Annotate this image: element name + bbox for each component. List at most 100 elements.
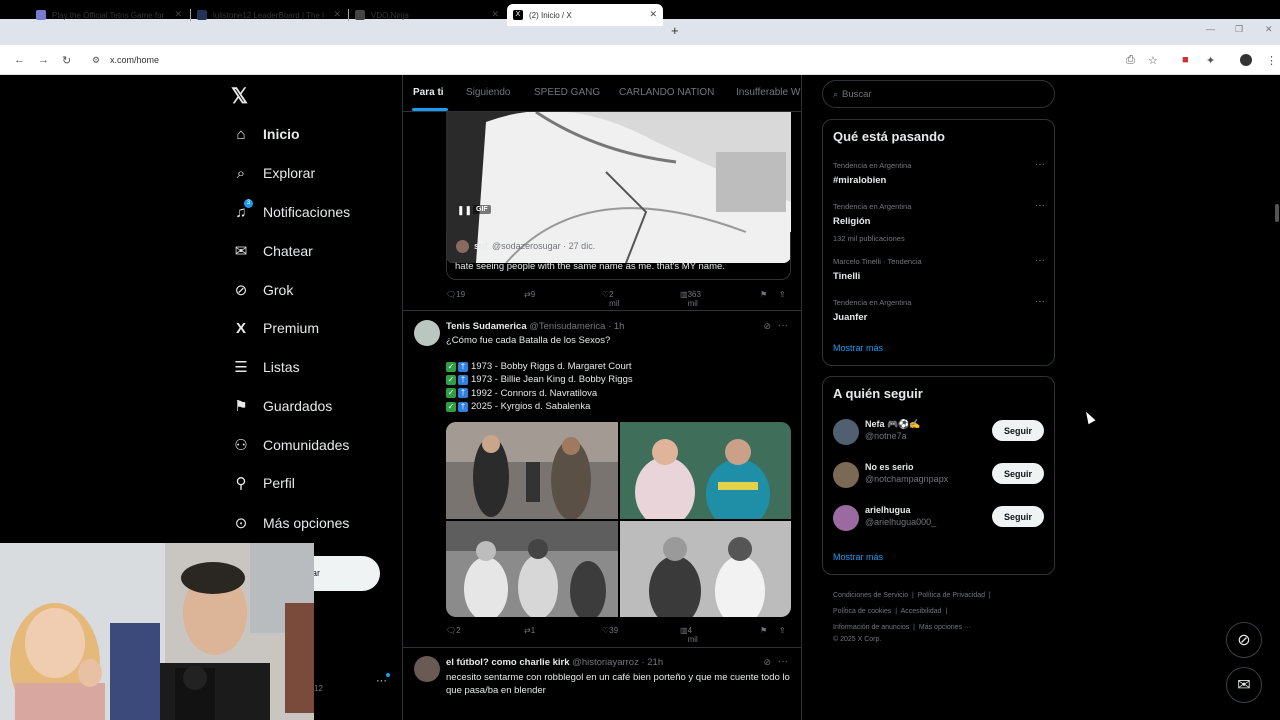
tweet-author[interactable]: Tenis Sudamerica bbox=[446, 321, 527, 332]
reload-icon[interactable]: ↻ bbox=[62, 54, 71, 67]
tweet-photo[interactable] bbox=[619, 422, 791, 519]
trend-item[interactable]: Tendencia en Argentina Juanfer ··· bbox=[833, 296, 1045, 323]
extensions-puzzle-icon[interactable]: ✦ bbox=[1206, 54, 1215, 67]
tab-carlando-nation[interactable]: CARLANDO NATION bbox=[619, 87, 714, 98]
tab-insufferable[interactable]: Insufferable W bbox=[736, 87, 800, 98]
trend-item[interactable]: Marcelo Tinelli · Tendencia Tinelli ··· bbox=[833, 255, 1045, 282]
site-info-icon[interactable]: ⚙ bbox=[92, 55, 100, 66]
trend-more-icon[interactable]: ··· bbox=[1035, 159, 1045, 170]
views-button[interactable]: ▥ 4 mil bbox=[680, 626, 698, 644]
footer-link[interactable]: Accesibilidad bbox=[901, 608, 942, 615]
install-app-icon[interactable]: ⎙ bbox=[1126, 54, 1135, 67]
sidebar-item-perfil[interactable]: ⚲ Perfil bbox=[231, 471, 295, 495]
browser-tab-1[interactable]: lulistone12 LeaderBoard | The l ✕ bbox=[191, 4, 347, 26]
trend-item[interactable]: Tendencia en Argentina Religión 132 mil … bbox=[833, 200, 1045, 243]
follow-button[interactable]: Seguir bbox=[992, 506, 1044, 527]
quoted-tweet[interactable]: sof @sodazerosugar · 27 dic. hate seeing… bbox=[446, 232, 791, 280]
sidebar-item-inicio[interactable]: ⌂ Inicio bbox=[231, 122, 299, 146]
pause-icon[interactable]: ❚❚ bbox=[457, 205, 472, 216]
footer-link[interactable]: Política de Privacidad bbox=[918, 592, 985, 599]
check-emoji-icon: ✓ bbox=[446, 375, 456, 386]
back-arrow-icon[interactable]: ← bbox=[14, 54, 25, 66]
extension-red-icon[interactable]: ■ bbox=[1182, 54, 1189, 66]
tweet-divider bbox=[403, 647, 801, 648]
footer-link[interactable]: Condiciones de Servicio bbox=[833, 592, 908, 599]
follow-button[interactable]: Seguir bbox=[992, 420, 1044, 441]
search-box[interactable]: ⌕ bbox=[822, 80, 1055, 108]
tweet-more-icon[interactable]: ··· bbox=[778, 656, 788, 667]
sidebar-item-comunidades[interactable]: ⚇ Comunidades bbox=[231, 433, 349, 457]
footer-link[interactable]: Información de anuncios bbox=[833, 624, 909, 631]
minimize-icon[interactable]: — bbox=[1206, 24, 1215, 34]
webcam-image bbox=[0, 543, 314, 720]
tab-close-icon[interactable]: ✕ bbox=[174, 9, 182, 20]
browser-tab-3[interactable]: X (2) Inicio / X ✕ bbox=[507, 4, 663, 26]
bookmark-star-icon[interactable]: ☆ bbox=[1148, 54, 1158, 67]
url-text[interactable]: x.com/home bbox=[110, 55, 159, 65]
reply-button[interactable]: 🗨 19 bbox=[446, 290, 465, 299]
gif-badge: GIF bbox=[473, 205, 491, 214]
share-icon[interactable]: ⇪ bbox=[779, 290, 786, 299]
avatar[interactable] bbox=[833, 462, 859, 488]
grok-icon[interactable]: ⊘ bbox=[763, 657, 771, 668]
like-button[interactable]: ♡ 2 mil bbox=[602, 290, 619, 308]
tab-close-icon[interactable]: ✕ bbox=[491, 9, 499, 20]
footer-link[interactable]: Más opciones ··· bbox=[919, 624, 971, 631]
profile-avatar[interactable] bbox=[1240, 54, 1252, 66]
sidebar-item-premium[interactable]: X Premium bbox=[231, 316, 319, 340]
browser-tab-0[interactable]: Play the Official Tetris Game for ✕ bbox=[30, 4, 188, 26]
trends-show-more-link[interactable]: Mostrar más bbox=[833, 343, 883, 353]
trend-more-icon[interactable]: ··· bbox=[1035, 255, 1045, 266]
sidebar-item-chatear[interactable]: ✉ Chatear bbox=[231, 239, 313, 263]
avatar[interactable] bbox=[833, 419, 859, 445]
notification-badge: 3 bbox=[244, 198, 253, 208]
follow-button[interactable]: Seguir bbox=[992, 463, 1044, 484]
tab-siguiendo[interactable]: Siguiendo bbox=[466, 87, 510, 98]
bookmark-button[interactable]: ⚑ bbox=[760, 626, 767, 635]
tweet-author[interactable]: el fútbol? como charlie kirk bbox=[446, 657, 570, 668]
avatar[interactable] bbox=[833, 505, 859, 531]
tab-speed-gang[interactable]: SPEED GANG bbox=[534, 87, 600, 98]
forward-arrow-icon[interactable]: → bbox=[38, 54, 49, 66]
tweet-avatar[interactable] bbox=[414, 656, 440, 682]
browser-tab-2[interactable]: VDO.Ninja ✕ bbox=[349, 4, 505, 26]
grok-icon[interactable]: ⊘ bbox=[763, 321, 771, 332]
window-close-icon[interactable]: ✕ bbox=[1265, 24, 1273, 35]
x-logo-icon[interactable]: 𝕏 bbox=[231, 84, 248, 109]
sidebar-item-grok[interactable]: ⊘ Grok bbox=[231, 278, 294, 302]
browser-menu-icon[interactable]: ⋮ bbox=[1266, 54, 1277, 67]
tweet-photo[interactable] bbox=[446, 520, 618, 617]
repost-button[interactable]: ⇄ 1 bbox=[524, 626, 535, 635]
trend-item[interactable]: Tendencia en Argentina #miralobien ··· bbox=[833, 159, 1045, 186]
search-input[interactable] bbox=[842, 88, 1033, 100]
scrollbar-thumb[interactable] bbox=[1275, 204, 1279, 222]
messages-fab-button[interactable]: ✉ bbox=[1226, 667, 1262, 703]
sidebar-item-listas[interactable]: ☰ Listas bbox=[231, 355, 299, 379]
tab-close-icon[interactable]: ✕ bbox=[649, 9, 657, 20]
tweet-photo[interactable] bbox=[619, 520, 791, 617]
tweet-photo[interactable] bbox=[446, 422, 618, 519]
views-button[interactable]: ▥ 363 mil bbox=[680, 290, 701, 308]
bookmark-button[interactable]: ⚑ bbox=[760, 290, 767, 299]
reply-button[interactable]: 🗨 2 bbox=[446, 626, 461, 635]
tweet-more-icon[interactable]: ··· bbox=[778, 320, 788, 331]
account-more-icon[interactable]: ··· bbox=[376, 675, 387, 687]
tab-para-ti[interactable]: Para ti bbox=[413, 87, 444, 98]
like-button[interactable]: ♡ 39 bbox=[602, 626, 618, 635]
tab-close-icon[interactable]: ✕ bbox=[333, 9, 341, 20]
follow-show-more-link[interactable]: Mostrar más bbox=[833, 552, 883, 562]
tweet-avatar[interactable] bbox=[414, 320, 440, 346]
footer-link[interactable]: Política de cookies bbox=[833, 608, 891, 615]
grok-fab-button[interactable]: ⊘ bbox=[1226, 622, 1262, 658]
share-icon[interactable]: ⇪ bbox=[779, 626, 786, 635]
sidebar-item-mas-opciones[interactable]: ⊙ Más opciones bbox=[231, 511, 350, 535]
new-tab-plus-icon[interactable]: + bbox=[671, 23, 679, 38]
restore-icon[interactable]: ❐ bbox=[1235, 24, 1243, 35]
sidebar-item-notificaciones[interactable]: ♫ 3 Notificaciones bbox=[231, 198, 350, 224]
sidebar-item-guardados[interactable]: ⚑ Guardados bbox=[231, 394, 332, 418]
sidebar-item-explorar[interactable]: ⌕ Explorar bbox=[231, 161, 315, 185]
repost-button[interactable]: ⇄ 9 bbox=[524, 290, 535, 299]
trend-more-icon[interactable]: ··· bbox=[1035, 200, 1045, 211]
url-bar[interactable]: ⚙ x.com/home bbox=[90, 50, 1120, 70]
trend-more-icon[interactable]: ··· bbox=[1035, 296, 1045, 307]
